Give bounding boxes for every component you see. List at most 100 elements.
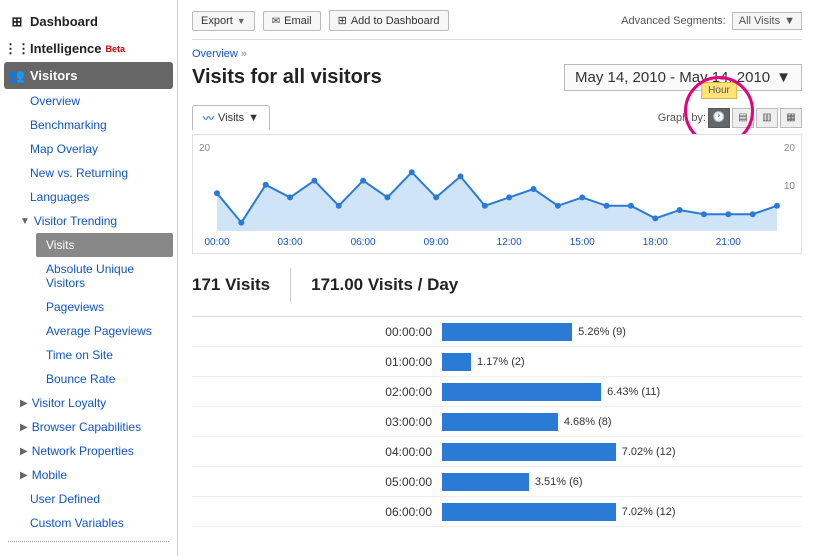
bar-track: 6.43% (11) [442, 383, 802, 401]
sidebar-item-absolute-unique[interactable]: Absolute Unique Visitors [16, 257, 177, 295]
bar-label: 00:00:00 [192, 325, 442, 339]
date-range-value: May 14, 2010 - May 14, 2010 [575, 69, 770, 86]
bar-row: 01:00:001.17% (2) [192, 347, 802, 377]
sidebar-traffic[interactable]: ⇄ Traffic Sources [0, 548, 177, 556]
raquo-icon: » [241, 48, 247, 60]
graph-by-week-button[interactable]: ▥ [756, 108, 778, 128]
main-content: Export ▼ Email Add to Dashboard Advanced… [178, 0, 816, 556]
sidebar-network-label: Network Properties [32, 444, 134, 458]
sidebar-visitors[interactable]: 👥 Visitors [4, 62, 173, 89]
bar-row: 06:00:00 7.02% (12) [192, 497, 802, 527]
svg-text:15:00: 15:00 [570, 237, 595, 248]
svg-text:10: 10 [784, 181, 796, 192]
sidebar-trending-label: Visitor Trending [34, 214, 117, 228]
sidebar-item-time-on-site[interactable]: Time on Site [16, 343, 177, 367]
sidebar-item-overview[interactable]: Overview [0, 89, 177, 113]
summary-divider [290, 268, 291, 302]
bar-fill [442, 503, 616, 521]
bar-label: 03:00:00 [192, 415, 442, 429]
caret-right-icon: ▶ [20, 398, 28, 409]
bar-label: 04:00:00 [192, 445, 442, 459]
sidebar-item-map-overlay[interactable]: Map Overlay [0, 137, 177, 161]
bar-label: 02:00:00 [192, 385, 442, 399]
svg-text:03:00: 03:00 [278, 237, 303, 248]
bar-row: 03:00:00 4.68% (8) [192, 407, 802, 437]
sidebar-loyalty[interactable]: ▶ Visitor Loyalty [0, 391, 177, 415]
sidebar-item-benchmarking[interactable]: Benchmarking [0, 113, 177, 137]
sidebar-trending[interactable]: ▼ Visitor Trending [0, 209, 177, 233]
sidebar-item-custom-vars[interactable]: Custom Variables [0, 511, 177, 535]
date-range-picker[interactable]: May 14, 2010 - May 14, 2010 ▼ [564, 64, 802, 91]
segment-select[interactable]: All Visits ▼ [732, 12, 802, 30]
graph-by-month-button[interactable]: ▦ [780, 108, 802, 128]
segment-value: All Visits [739, 15, 780, 27]
sidebar-browser[interactable]: ▶ Browser Capabilities [0, 415, 177, 439]
sidebar-item-bounce-rate[interactable]: Bounce Rate [16, 367, 177, 391]
add-dashboard-button[interactable]: Add to Dashboard [329, 10, 449, 31]
email-button[interactable]: Email [263, 11, 321, 31]
bar-track: 3.51% (6) [442, 473, 802, 491]
svg-text:18:00: 18:00 [643, 237, 668, 248]
graph-by-day-button[interactable]: ▤ [732, 108, 754, 128]
svg-text:09:00: 09:00 [424, 237, 449, 248]
bar-fill [442, 353, 471, 371]
bar-value: 3.51% (6) [535, 476, 583, 488]
visits-tab[interactable]: 〰 Visits ▼ [192, 105, 270, 130]
bar-label: 06:00:00 [192, 505, 442, 519]
caret-right-icon: ▶ [20, 422, 28, 433]
sidebar-item-new-returning[interactable]: New vs. Returning [0, 161, 177, 185]
bar-row: 04:00:00 7.02% (12) [192, 437, 802, 467]
summary-row: 171 Visits 171.00 Visits / Day [192, 254, 802, 316]
chevron-down-icon: ▼ [237, 16, 246, 26]
tab-label: Visits [218, 112, 244, 124]
sidebar-item-visits[interactable]: Visits [36, 233, 173, 257]
bar-fill [442, 473, 529, 491]
bar-value: 7.02% (12) [622, 446, 676, 458]
sidebar-intelligence[interactable]: ⋮⋮ Intelligence Beta [0, 35, 177, 62]
sidebar-network[interactable]: ▶ Network Properties [0, 439, 177, 463]
envelope-icon [272, 15, 280, 27]
chevron-down-icon: ▼ [248, 112, 259, 124]
bar-value: 1.17% (2) [477, 356, 525, 368]
caret-right-icon: ▶ [20, 470, 28, 481]
bar-value: 5.26% (9) [578, 326, 626, 338]
hourly-bar-chart: 00:00:005.26% (9)01:00:001.17% (2)02:00:… [192, 316, 802, 527]
sidebar-dashboard[interactable]: ⊞ Dashboard [0, 8, 177, 35]
visits-per-day: 171.00 Visits / Day [311, 275, 458, 295]
adv-seg-label: Advanced Segments: [621, 15, 726, 27]
bar-label: 05:00:00 [192, 475, 442, 489]
sidebar-mobile-label: Mobile [32, 468, 67, 482]
beta-badge: Beta [106, 44, 126, 54]
sidebar-item-user-defined[interactable]: User Defined [0, 487, 177, 511]
sidebar-item-languages[interactable]: Languages [0, 185, 177, 209]
page-title: Visits for all visitors [192, 66, 382, 89]
breadcrumb[interactable]: Overview » [192, 48, 802, 60]
visitors-icon: 👥 [10, 69, 24, 83]
bar-fill [442, 413, 558, 431]
sidebar-item-avg-pageviews[interactable]: Average Pageviews [16, 319, 177, 343]
grid-icon [338, 14, 347, 27]
sidebar-divider [8, 541, 169, 542]
sidebar-item-pageviews[interactable]: Pageviews [16, 295, 177, 319]
line-chart-icon: 〰 [203, 110, 214, 126]
bar-fill [442, 323, 572, 341]
bar-fill [442, 383, 601, 401]
bar-value: 4.68% (8) [564, 416, 612, 428]
svg-text:20: 20 [199, 143, 211, 154]
svg-text:20: 20 [784, 143, 796, 154]
graph-by-hour-button[interactable]: 🕐 [708, 108, 730, 128]
sidebar: ⊞ Dashboard ⋮⋮ Intelligence Beta 👥 Visit… [0, 0, 178, 556]
chevron-down-icon: ▼ [784, 15, 795, 27]
graph-by-group: Graph by: 🕐 Hour ▤ ▥ ▦ [658, 108, 802, 128]
sidebar-intelligence-label: Intelligence [30, 41, 102, 56]
bar-value: 7.02% (12) [622, 506, 676, 518]
sidebar-dashboard-label: Dashboard [30, 14, 98, 29]
bar-track: 5.26% (9) [442, 323, 802, 341]
toolbar: Export ▼ Email Add to Dashboard Advanced… [192, 10, 802, 31]
bar-row: 05:00:00 3.51% (6) [192, 467, 802, 497]
bar-track: 7.02% (12) [442, 503, 802, 521]
bar-row: 02:00:006.43% (11) [192, 377, 802, 407]
line-chart: 20201000:0003:0006:0009:0012:0015:0018:0… [192, 134, 802, 254]
sidebar-mobile[interactable]: ▶ Mobile [0, 463, 177, 487]
export-button[interactable]: Export ▼ [192, 11, 255, 31]
